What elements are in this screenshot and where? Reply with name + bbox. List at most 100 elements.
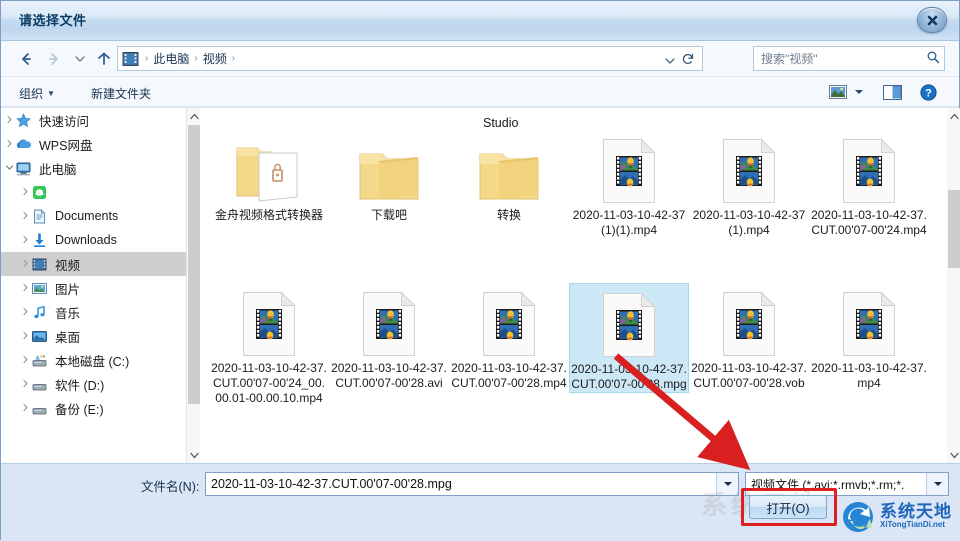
video-file-icon: [843, 138, 896, 203]
sidebar-item-此电脑[interactable]: 此电脑: [1, 156, 186, 180]
view-mode-button[interactable]: [827, 82, 849, 102]
tree-expander[interactable]: [19, 187, 31, 198]
address-bar[interactable]: › 此电脑 › 视频 ›: [117, 46, 703, 71]
back-button[interactable]: [15, 48, 37, 70]
tree-expander[interactable]: [19, 259, 31, 270]
navigation-pane-scrollbar[interactable]: [186, 108, 200, 463]
sidebar-item-label: WPS网盘: [39, 138, 93, 153]
organize-button[interactable]: 组织 ▼: [15, 83, 59, 104]
documents-icon: [34, 209, 45, 223]
sidebar-item-本地磁盘 (C:)[interactable]: 本地磁盘 (C:): [1, 348, 186, 372]
file-item[interactable]: 2020-11-03-10-42-37.mp4: [809, 283, 929, 391]
filetype-dropdown-button[interactable]: [926, 473, 948, 495]
file-icon: [356, 130, 422, 204]
tree-expander[interactable]: [19, 403, 31, 414]
breadcrumb-item-0[interactable]: 此电脑: [151, 50, 191, 67]
filename-dropdown-button[interactable]: [716, 473, 738, 495]
file-item[interactable]: 2020-11-03-10-42-37.CUT.00'07-00'28.avi: [329, 283, 449, 391]
sidebar-item-视频[interactable]: 视频: [1, 252, 186, 276]
file-list-scrollbar[interactable]: [947, 108, 960, 463]
breadcrumb-item-1[interactable]: 视频: [201, 50, 229, 67]
tree-expander[interactable]: [3, 163, 15, 174]
drive-icon: [31, 376, 48, 393]
file-item[interactable]: 2020-11-03-10-42-37(1)(1).mp4: [569, 130, 689, 238]
tree-expander[interactable]: [19, 355, 31, 366]
tree-expander[interactable]: [3, 115, 15, 126]
watermark-logo-icon: [843, 502, 873, 532]
scroll-down-button[interactable]: [947, 447, 960, 463]
chevron-down-icon: [855, 90, 863, 94]
file-label: 2020-11-03-10-42-37(1).mp4: [692, 208, 806, 237]
search-box[interactable]: [753, 46, 945, 71]
sidebar-item-label: 视频: [55, 258, 81, 273]
documents-icon: [31, 208, 48, 225]
sidebar-item-图片[interactable]: 图片: [1, 276, 186, 300]
breadcrumb-separator: ›: [194, 53, 198, 64]
view-mode-dropdown[interactable]: [851, 82, 867, 102]
file-label: 转换: [496, 208, 521, 222]
search-input[interactable]: [754, 51, 922, 66]
open-button-label: 打开(O): [766, 501, 810, 516]
file-item[interactable]: 金舟视频格式转换器: [209, 130, 329, 223]
file-item[interactable]: 2020-11-03-10-42-37(1).mp4: [689, 130, 809, 238]
up-button[interactable]: [93, 48, 115, 70]
tree-expander[interactable]: [19, 211, 31, 222]
file-label: 2020-11-03-10-42-37.CUT.00'07-00'28.mp4: [451, 361, 567, 390]
watermark: 系统天地 XiTongTianDi.net: [841, 499, 952, 533]
star-icon: [16, 112, 31, 127]
file-list-pane[interactable]: Studio 金舟视频格式转换器 下载吧 转换 2020-11-03-10-42…: [201, 108, 947, 463]
new-folder-button[interactable]: 新建文件夹: [87, 83, 155, 104]
star-icon: [15, 112, 32, 129]
file-item[interactable]: 下载吧: [329, 130, 449, 223]
sidebar-item-快速访问[interactable]: 快速访问: [1, 108, 186, 132]
chevron-right-icon: [22, 355, 28, 363]
sidebar-item-软件 (D:)[interactable]: 软件 (D:): [1, 372, 186, 396]
sidebar-item-WPS网盘[interactable]: WPS网盘: [1, 132, 186, 156]
arrow-up-icon: [98, 52, 110, 65]
scrollbar-thumb[interactable]: [948, 190, 960, 268]
dialog-content: 快速访问 WPS网盘此电脑 Documents Downloads 视频图片音乐 桌面 本地…: [1, 108, 960, 463]
preview-pane-icon: [882, 84, 902, 100]
file-item[interactable]: 2020-11-03-10-42-37.CUT.00'07-00'28.vob: [689, 283, 809, 391]
address-dropdown-button[interactable]: [664, 56, 676, 69]
tree-expander[interactable]: [3, 139, 15, 150]
open-button[interactable]: 打开(O): [749, 495, 827, 519]
scroll-up-button[interactable]: [947, 108, 960, 124]
forward-button[interactable]: [43, 48, 65, 70]
sidebar-item-备份 (E:)[interactable]: 备份 (E:): [1, 396, 186, 420]
folder-icon: [359, 153, 419, 200]
chevron-down-icon: [75, 56, 85, 62]
filename-input[interactable]: 2020-11-03-10-42-37.CUT.00'07-00'28.mpg: [206, 477, 716, 491]
tree-expander[interactable]: [19, 235, 31, 246]
watermark-title: 系统天地: [880, 501, 952, 521]
sidebar-item-桌面[interactable]: 桌面: [1, 324, 186, 348]
file-item[interactable]: 2020-11-03-10-42-37.CUT.00'07-00'28.mp4: [449, 283, 569, 391]
tree-expander[interactable]: [19, 331, 31, 342]
file-label: 2020-11-03-10-42-37.CUT.00'07-00'28.avi: [331, 361, 447, 390]
file-item-selected[interactable]: 2020-11-03-10-42-37.CUT.00'07-00'28.mpg: [569, 283, 689, 393]
sidebar-item-音乐[interactable]: 音乐: [1, 300, 186, 324]
tree-expander[interactable]: [19, 283, 31, 294]
scroll-up-button[interactable]: [187, 108, 201, 124]
file-label: 2020-11-03-10-42-37.CUT.00'07-00'28.mpg: [571, 362, 687, 391]
scrollbar-thumb[interactable]: [188, 125, 200, 404]
preview-pane-button[interactable]: [881, 82, 903, 102]
file-item[interactable]: 2020-11-03-10-42-37.CUT.00'07-00'24.mp4: [809, 130, 929, 238]
sidebar-item-Downloads[interactable]: Downloads: [1, 228, 186, 252]
chevron-right-icon: [22, 187, 28, 195]
file-item[interactable]: 转换: [449, 130, 569, 223]
sidebar-item-Documents[interactable]: Documents: [1, 204, 186, 228]
tree-expander[interactable]: [19, 379, 31, 390]
sidebar-item-label: 图片: [55, 282, 81, 297]
help-button[interactable]: ?: [917, 82, 939, 102]
close-button[interactable]: [917, 7, 947, 33]
tree-expander[interactable]: [19, 307, 31, 318]
filetype-combobox[interactable]: 视频文件 (*.avi;*.rmvb;*.rm;*.: [745, 472, 949, 496]
recent-locations-button[interactable]: [69, 48, 91, 70]
filename-combobox[interactable]: 2020-11-03-10-42-37.CUT.00'07-00'28.mpg: [205, 472, 739, 496]
refresh-button[interactable]: [679, 52, 697, 67]
videos-icon: [32, 258, 47, 270]
sidebar-item-qq[interactable]: [1, 180, 186, 204]
scroll-down-button[interactable]: [187, 447, 201, 463]
file-item[interactable]: 2020-11-03-10-42-37.CUT.00'07-00'24_00.0…: [209, 283, 329, 406]
